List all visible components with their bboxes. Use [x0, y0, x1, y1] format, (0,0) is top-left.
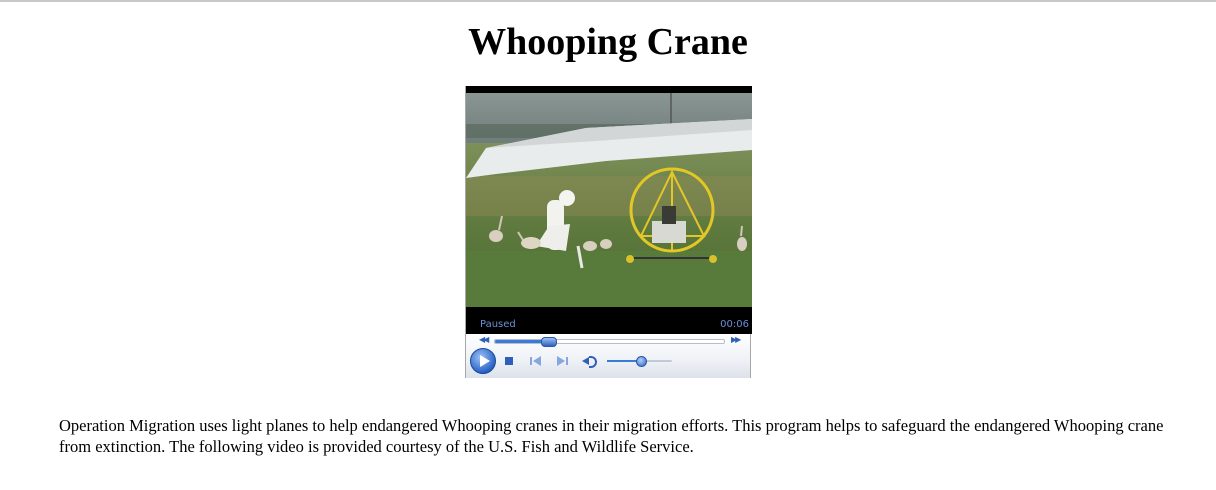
- seek-bar[interactable]: [494, 337, 725, 347]
- playback-status: Paused: [480, 319, 516, 330]
- media-player: Paused 00:06 ◀◀ ▶▶: [465, 86, 752, 378]
- volume-slider-thumb[interactable]: [635, 356, 647, 367]
- video-frame[interactable]: [466, 86, 752, 307]
- play-button[interactable]: [470, 348, 496, 374]
- video-still: [466, 86, 752, 307]
- mute-button[interactable]: [582, 355, 598, 368]
- seek-bar-thumb[interactable]: [540, 337, 557, 347]
- top-border: [0, 0, 1216, 2]
- playback-time: 00:06: [720, 319, 749, 330]
- fast-forward-icon[interactable]: ▶▶: [731, 335, 741, 344]
- volume-slider[interactable]: [607, 356, 672, 367]
- volume-slider-fill: [607, 360, 640, 362]
- seek-bar-fill: [495, 340, 548, 343]
- rewind-icon[interactable]: ◀◀: [479, 335, 489, 344]
- previous-button[interactable]: [529, 355, 543, 367]
- control-bar: ◀◀ ▶▶: [466, 334, 750, 378]
- page-title: Whooping Crane: [468, 21, 748, 63]
- description-text: Operation Migration uses light planes to…: [59, 416, 1164, 456]
- status-bar: Paused 00:06: [466, 307, 752, 334]
- stop-button[interactable]: [505, 357, 513, 365]
- next-button[interactable]: [555, 355, 569, 367]
